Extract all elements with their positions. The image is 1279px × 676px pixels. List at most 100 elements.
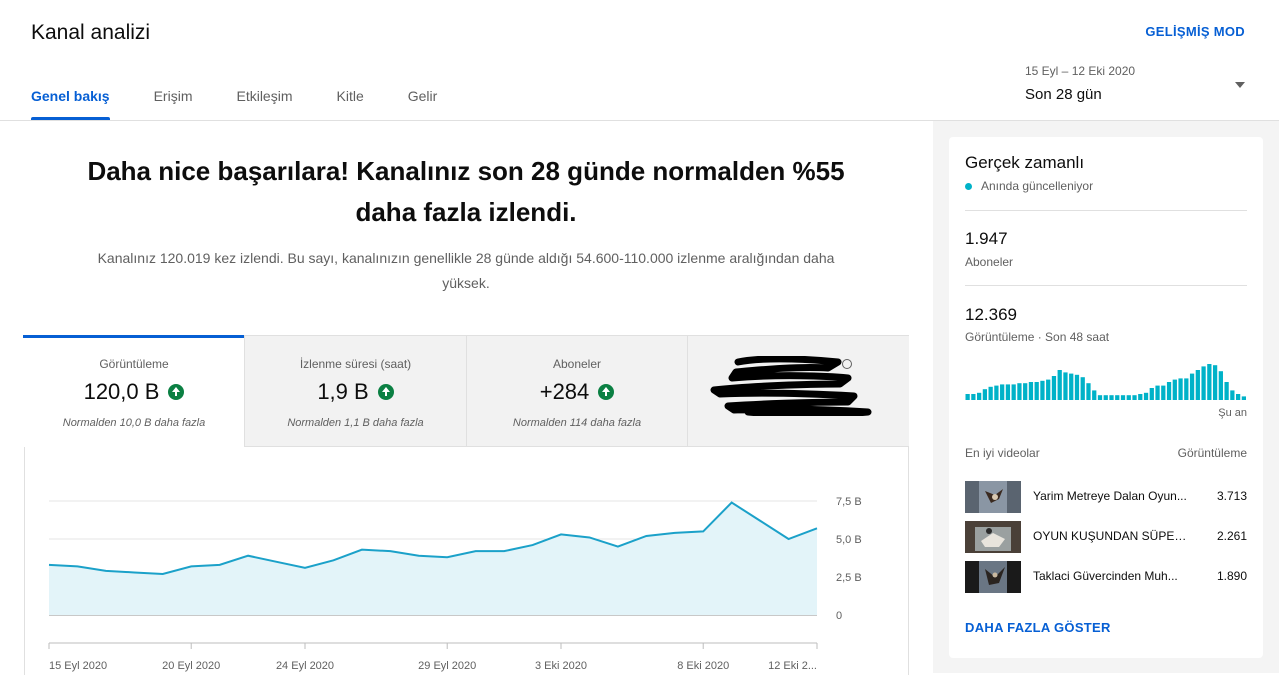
data-point[interactable]: [758, 519, 762, 523]
tab-revenue[interactable]: Gelir: [408, 88, 438, 120]
x-tick-label: 12 Eki 2...: [768, 660, 817, 672]
spark-bar: [1040, 380, 1045, 400]
data-point[interactable]: [587, 535, 591, 539]
realtime-title: Gerçek zamanlı: [965, 153, 1085, 172]
metric-redacted[interactable]: [688, 336, 909, 447]
metric-note: Normalden 10,0 B daha fazla: [62, 417, 206, 429]
tab-reach[interactable]: Erişim: [154, 88, 193, 120]
spark-bar: [1189, 373, 1195, 400]
spark-bar: [1166, 382, 1172, 400]
spark-bar: [1115, 395, 1120, 400]
video-title: OYUN KUŞUNDAN SÜPER...: [1033, 529, 1191, 543]
data-point[interactable]: [360, 548, 364, 552]
data-point[interactable]: [275, 560, 279, 564]
spark-bar: [1017, 383, 1022, 400]
top-video-item[interactable]: Taklaci Güvercinden Muh... 1.890: [965, 561, 1247, 593]
top-videos-label: En iyi videolar: [965, 446, 1040, 460]
data-point[interactable]: [161, 572, 165, 576]
show-more-button[interactable]: DAHA FAZLA GÖSTER: [965, 620, 1111, 635]
spark-bar: [1172, 379, 1177, 400]
x-tick-label: 3 Eki 2020: [535, 660, 587, 672]
video-title: Taklaci Güvercinden Muh...: [1033, 569, 1178, 583]
metric-subscribers[interactable]: Aboneler +284 Normalden 114 daha fazla: [467, 336, 688, 447]
data-point[interactable]: [644, 534, 648, 538]
top-views-label: Görüntüleme: [1177, 446, 1247, 460]
x-tick-label: 15 Eyl 2020: [49, 660, 107, 672]
data-point[interactable]: [502, 549, 506, 553]
arrow-up-icon: [168, 384, 185, 400]
divider: [965, 210, 1247, 211]
data-point[interactable]: [104, 569, 108, 573]
data-point[interactable]: [673, 531, 677, 535]
redaction-scribble: [710, 356, 872, 416]
spark-bar: [1074, 374, 1080, 400]
top-video-item[interactable]: Yarim Metreye Dalan Oyun... 3.713: [965, 481, 1247, 513]
metric-label: Aboneler: [552, 357, 602, 371]
spark-bar: [1069, 373, 1074, 400]
x-tick-label: 29 Eyl 2020: [418, 660, 476, 672]
data-point[interactable]: [47, 563, 51, 567]
data-point[interactable]: [730, 501, 734, 505]
metric-value: 120,0 B: [83, 379, 160, 404]
data-point[interactable]: [75, 564, 79, 568]
data-point[interactable]: [701, 529, 705, 533]
spark-bar: [1143, 392, 1149, 400]
area-fill: [49, 502, 817, 615]
y-tick-label: 7,5 B: [836, 496, 862, 508]
spark-bar: [1161, 385, 1166, 400]
date-range-dates: 15 Eyl – 12 Eki 2020: [1025, 64, 1136, 78]
data-point[interactable]: [787, 537, 791, 541]
data-point[interactable]: [331, 558, 335, 562]
divider: [965, 285, 1247, 286]
top-video-item[interactable]: OYUN KUŞUNDAN SÜPER... 2.261: [965, 521, 1247, 553]
data-point[interactable]: [189, 564, 193, 568]
tab-engagement[interactable]: Etkileşim: [236, 88, 292, 120]
top-videos-header: En iyi videolar Görüntüleme: [965, 446, 1247, 460]
data-point[interactable]: [616, 545, 620, 549]
live-label: Anında güncelleniyor: [981, 179, 1094, 193]
spark-bar: [1005, 384, 1011, 400]
spark-bar: [1212, 365, 1218, 400]
data-point[interactable]: [474, 549, 478, 553]
data-point[interactable]: [445, 555, 449, 559]
date-range-label: Son 28 gün: [1025, 86, 1102, 103]
realtime-live-status: Anında güncelleniyor: [965, 179, 1093, 193]
spark-bar: [1241, 396, 1246, 400]
y-tick-label: 5,0 B: [836, 534, 862, 546]
metric-value-row: 120,0 B: [24, 379, 244, 405]
metrics-card: Görüntüleme 120,0 B Normalden 10,0 B dah…: [23, 335, 909, 675]
metric-watch-time[interactable]: İzlenme süresi (saat) 1,9 B Normalden 1,…: [245, 336, 467, 447]
video-thumbnail: [965, 521, 1021, 553]
advanced-mode-button[interactable]: GELİŞMİŞ MOD: [1145, 24, 1245, 39]
x-tick-label: 8 Eki 2020: [677, 660, 729, 672]
spark-bar: [1103, 395, 1108, 400]
spark-bar: [1011, 384, 1016, 400]
data-point[interactable]: [218, 563, 222, 567]
data-point[interactable]: [559, 532, 563, 536]
metric-views[interactable]: Görüntüleme 120,0 B Normalden 10,0 B dah…: [23, 335, 245, 447]
data-point[interactable]: [246, 554, 250, 558]
spark-bar: [971, 394, 976, 400]
spark-bar: [1184, 378, 1189, 400]
realtime-sparkline: [965, 364, 1246, 400]
spark-bar: [1120, 395, 1126, 400]
data-point[interactable]: [132, 570, 136, 574]
spark-bar: [994, 385, 999, 400]
date-range-selector[interactable]: 15 Eyl – 12 Eki 2020 Son 28 gün: [1025, 64, 1255, 114]
data-point[interactable]: [388, 549, 392, 553]
spark-bar: [1149, 388, 1154, 400]
tab-audience[interactable]: Kitle: [337, 88, 364, 120]
data-point[interactable]: [303, 566, 307, 570]
bird-thumbnail-icon: [965, 561, 1021, 593]
data-point[interactable]: [531, 543, 535, 547]
realtime-views-label: Görüntüleme · Son 48 saat: [965, 330, 1110, 344]
summary-detail: Kanalınız 120.019 kez izlendi. Bu sayı, …: [97, 250, 835, 291]
video-views: 1.890: [1216, 569, 1247, 583]
video-views: 3.713: [1216, 489, 1247, 503]
metric-label: İzlenme süresi (saat): [299, 357, 412, 371]
spark-bar: [1207, 364, 1212, 400]
data-point[interactable]: [815, 526, 819, 530]
data-point[interactable]: [417, 554, 421, 558]
tab-overview[interactable]: Genel bakış: [31, 88, 110, 120]
metric-value: +284: [539, 379, 590, 404]
